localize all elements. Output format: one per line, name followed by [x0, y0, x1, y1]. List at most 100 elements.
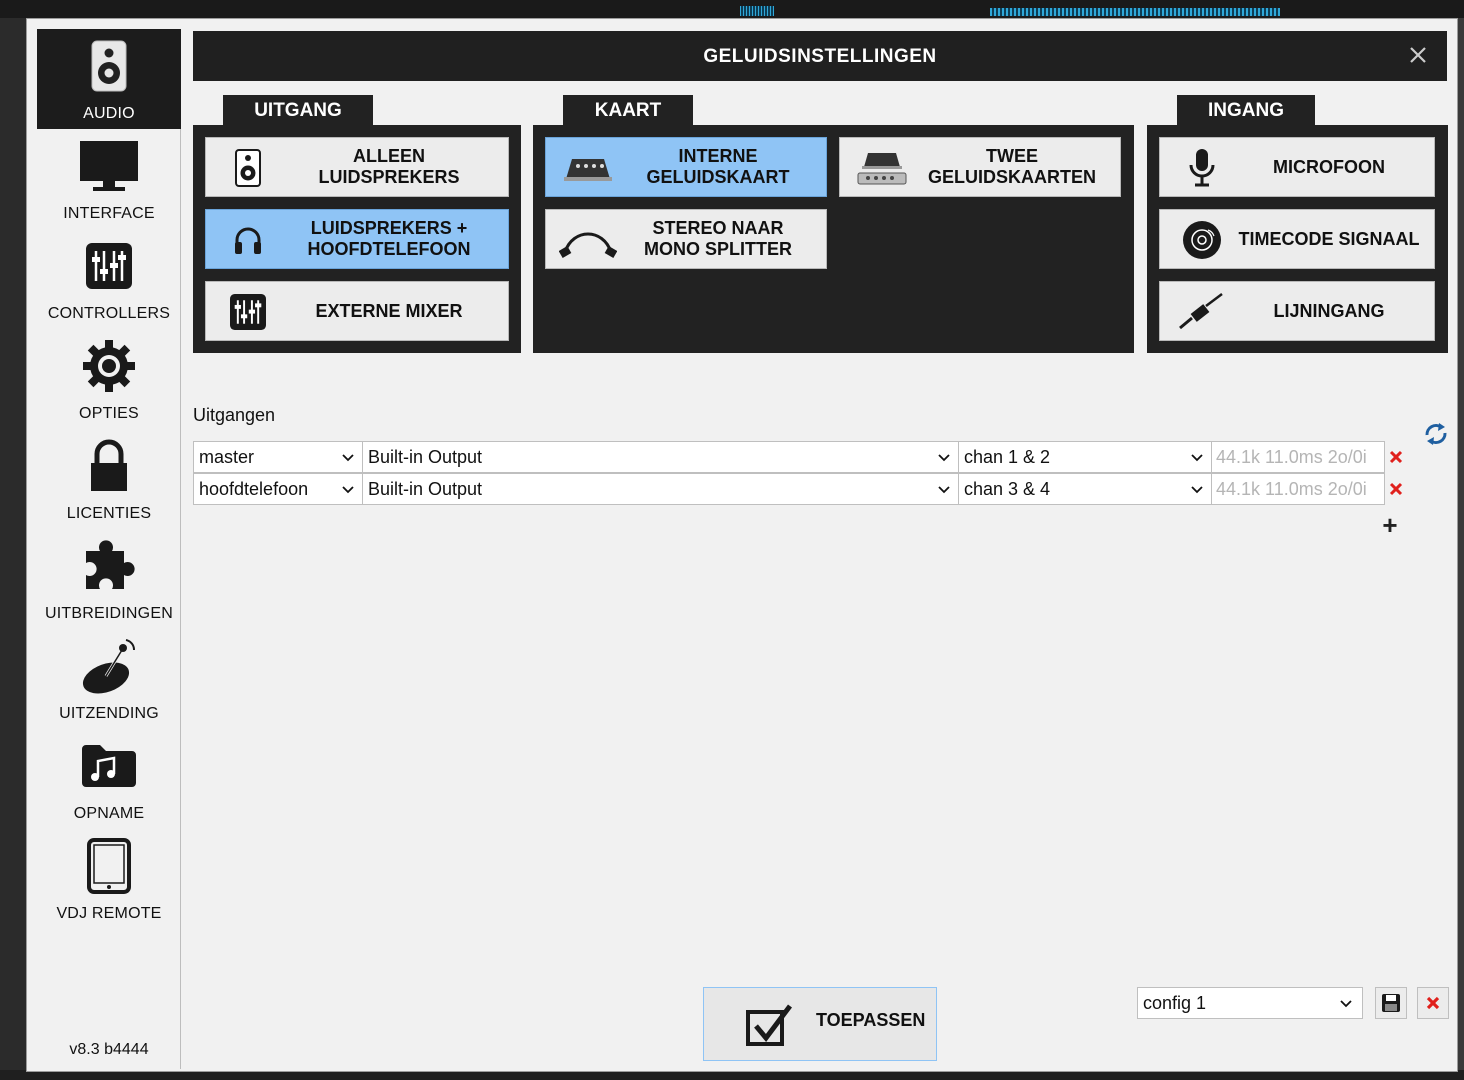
sidebar-item-label: VDJ REMOTE: [56, 905, 162, 922]
puzzle-icon: [79, 537, 139, 595]
background-waveform: [990, 8, 1280, 16]
button-label: STEREO NAAR MONO SPLITTER: [644, 218, 792, 259]
output-row-hoofdtelefoon: hoofdtelefoon Built-in Output chan 3 & 4…: [193, 473, 1403, 505]
sidebar-item-label: LICENTIES: [66, 505, 152, 522]
externe-mixer-button[interactable]: EXTERNE MIXER: [205, 281, 509, 341]
lijningang-button[interactable]: LIJNINGANG: [1159, 281, 1435, 341]
output-role-value: master: [199, 447, 255, 467]
background-waveform: [740, 6, 774, 16]
button-label: MICROFOON: [1273, 156, 1385, 177]
twee-geluidskaarten-button[interactable]: TWEE GELUIDSKAARTEN: [839, 137, 1121, 197]
chevron-down-icon: [342, 486, 354, 494]
refresh-button[interactable]: [1423, 421, 1449, 447]
refresh-icon: [1425, 423, 1447, 445]
uitgang-panel: ALLEEN LUIDSPREKERS LUIDSPREKERS + HOOFD…: [193, 125, 521, 353]
sidebar-item-opties[interactable]: OPTIES: [37, 329, 181, 429]
sound-card-icon: [558, 146, 618, 190]
chevron-down-icon: [938, 454, 950, 462]
monitor-icon: [79, 137, 139, 195]
chevron-down-icon: [938, 486, 950, 494]
output-role-select[interactable]: hoofdtelefoon: [193, 473, 363, 505]
output-channels-value: chan 1 & 2: [964, 447, 1051, 467]
speaker-icon: [79, 37, 139, 95]
button-label: TWEE GELUIDSKAARTEN: [927, 146, 1096, 187]
sidebar-item-uitzending[interactable]: UITZENDING: [37, 629, 181, 729]
delete-output-button[interactable]: [1389, 449, 1403, 465]
sidebar-item-vdj-remote[interactable]: VDJ REMOTE: [37, 829, 181, 929]
close-icon: [1410, 47, 1426, 63]
output-device-select[interactable]: Built-in Output: [362, 473, 959, 505]
headphones-icon: [218, 218, 278, 262]
config-value: config 1: [1143, 993, 1207, 1013]
apply-button[interactable]: TOEPASSEN: [703, 987, 937, 1061]
settings-sidebar: AUDIO INTERFACE CONTROLLERS OPTIES LICEN…: [37, 29, 181, 1069]
mixer-sliders-icon: [218, 290, 278, 334]
luidsprekers-hoofdtelefoon-button[interactable]: LUIDSPREKERS + HOOFDTELEFOON: [205, 209, 509, 269]
apply-label: TOEPASSEN: [816, 1010, 926, 1030]
sidebar-item-label: AUDIO: [83, 105, 135, 122]
tab-uitgang: UITGANG: [223, 95, 373, 127]
delete-output-button[interactable]: [1389, 481, 1403, 497]
chevron-down-icon: [342, 454, 354, 462]
ingang-panel: MICROFOON TIMECODE SIGNAAL LIJNINGANG: [1147, 125, 1448, 353]
sidebar-item-controllers[interactable]: CONTROLLERS: [37, 229, 181, 329]
two-sound-cards-icon: [852, 146, 912, 190]
output-role-select[interactable]: master: [193, 441, 363, 473]
chevron-down-icon: [1191, 454, 1203, 462]
lock-icon: [79, 437, 139, 495]
speaker-icon: [218, 146, 278, 190]
chevron-down-icon: [1340, 1000, 1352, 1008]
sidebar-item-audio[interactable]: AUDIO: [37, 29, 181, 129]
sidebar-item-uitbreidingen[interactable]: UITBREIDINGEN: [37, 529, 181, 629]
chevron-down-icon: [1191, 486, 1203, 494]
kaart-panel: INTERNE GELUIDSKAART TWEE GELUIDSKAARTEN…: [533, 125, 1134, 353]
sidebar-item-interface[interactable]: INTERFACE: [37, 129, 181, 229]
music-folder-icon: [79, 737, 139, 795]
button-label: TIMECODE SIGNAAL: [1238, 228, 1420, 249]
outputs-section-label: Uitgangen: [193, 405, 276, 425]
mixer-sliders-icon: [79, 237, 139, 295]
button-label: LUIDSPREKERS + HOOFDTELEFOON: [307, 218, 471, 259]
delete-config-button[interactable]: [1417, 987, 1449, 1019]
splitter-cable-icon: [558, 218, 618, 262]
vinyl-icon: [1172, 218, 1232, 262]
close-icon: [1426, 996, 1440, 1010]
sidebar-item-label: INTERFACE: [63, 205, 155, 222]
save-config-button[interactable]: [1375, 987, 1407, 1019]
jack-plug-icon: [1172, 290, 1232, 334]
floppy-disk-icon: [1382, 994, 1400, 1012]
microphone-icon: [1172, 146, 1232, 190]
add-output-button[interactable]: +: [1379, 512, 1401, 538]
output-info: 44.1k 11.0ms 2o/0i: [1211, 473, 1385, 505]
alleen-luidsprekers-button[interactable]: ALLEEN LUIDSPREKERS: [205, 137, 509, 197]
microfoon-button[interactable]: MICROFOON: [1159, 137, 1435, 197]
sidebar-item-licenties[interactable]: LICENTIES: [37, 429, 181, 529]
close-button[interactable]: [1405, 42, 1431, 68]
button-label: LIJNINGANG: [1273, 300, 1385, 321]
tablet-icon: [79, 837, 139, 895]
sound-settings-dialog: AUDIO INTERFACE CONTROLLERS OPTIES LICEN…: [26, 18, 1458, 1072]
output-channels-select[interactable]: chan 1 & 2: [958, 441, 1212, 473]
version-label: v8.3 b4444: [69, 1041, 149, 1058]
output-device-select[interactable]: Built-in Output: [362, 441, 959, 473]
button-label: ALLEEN LUIDSPREKERS: [318, 146, 460, 187]
button-label: INTERNE GELUIDSKAART: [646, 146, 790, 187]
dialog-titlebar: GELUIDSINSTELLINGEN: [193, 31, 1447, 81]
dialog-title: GELUIDSINSTELLINGEN: [703, 46, 937, 67]
background-app-bar: [0, 0, 1464, 18]
output-device-value: Built-in Output: [368, 447, 483, 467]
sidebar-item-label: OPNAME: [73, 805, 145, 822]
sidebar-item-label: CONTROLLERS: [47, 305, 171, 322]
sidebar-item-label: OPTIES: [79, 405, 139, 422]
config-select[interactable]: config 1: [1137, 987, 1363, 1019]
interne-geluidskaart-button[interactable]: INTERNE GELUIDSKAART: [545, 137, 827, 197]
output-row-master: master Built-in Output chan 1 & 2 44.1k …: [193, 441, 1403, 473]
tab-ingang: INGANG: [1177, 95, 1315, 127]
stereo-mono-splitter-button[interactable]: STEREO NAAR MONO SPLITTER: [545, 209, 827, 269]
output-channels-select[interactable]: chan 3 & 4: [958, 473, 1212, 505]
timecode-signaal-button[interactable]: TIMECODE SIGNAAL: [1159, 209, 1435, 269]
button-label: EXTERNE MIXER: [315, 300, 463, 321]
sidebar-item-opname[interactable]: OPNAME: [37, 729, 181, 829]
sidebar-item-label: UITZENDING: [59, 705, 159, 722]
output-device-value: Built-in Output: [368, 479, 483, 499]
